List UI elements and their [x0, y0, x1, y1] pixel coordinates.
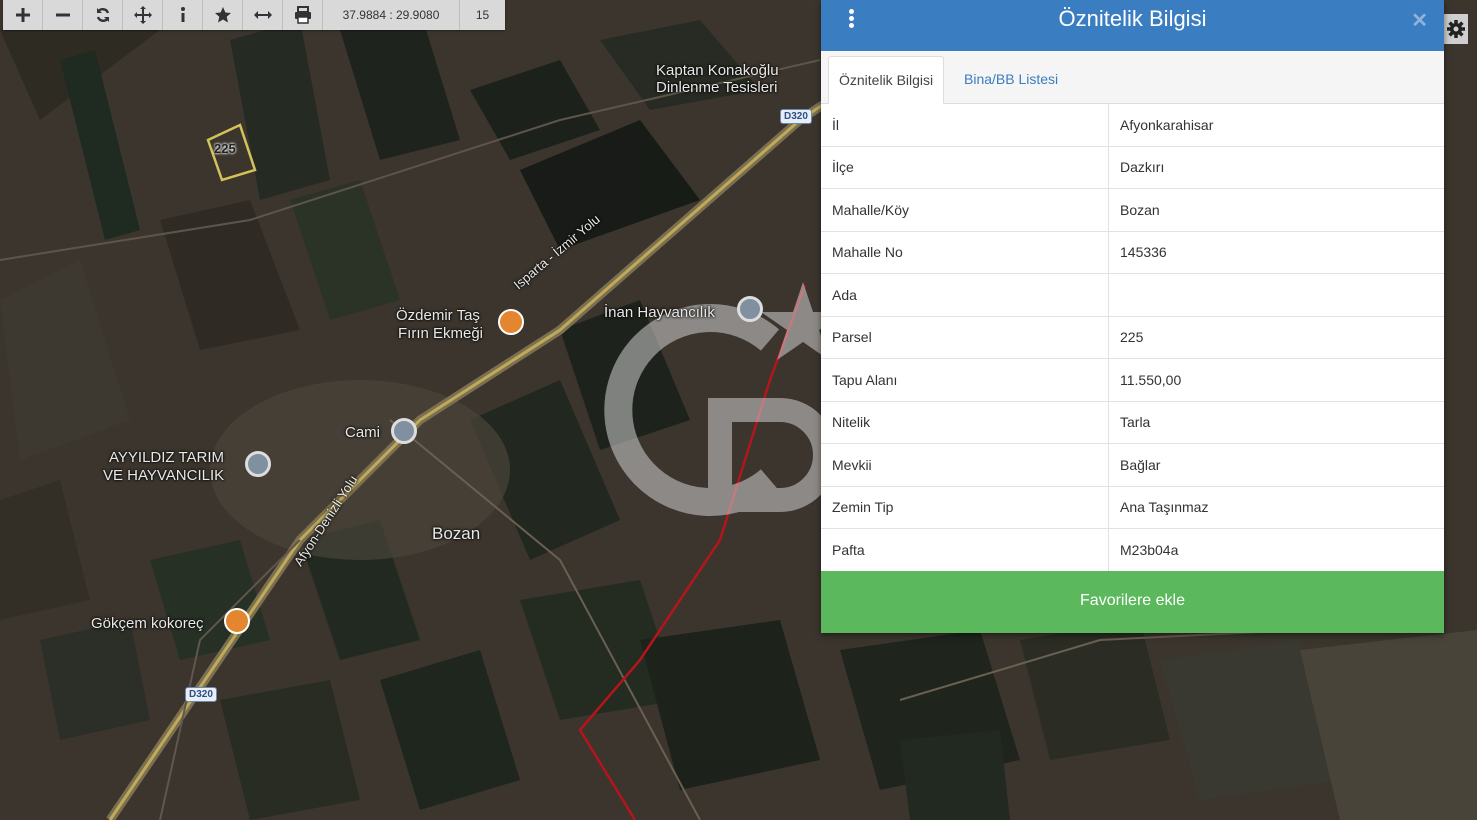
- tab-building-list[interactable]: Bina/BB Listesi: [954, 56, 1068, 102]
- road-shield-d320: D320: [780, 109, 812, 124]
- panel-tabs: Öznitelik Bilgisi Bina/BB Listesi: [821, 51, 1444, 104]
- place-label-cami[interactable]: Cami: [345, 424, 380, 442]
- attribute-value: 145336: [1108, 231, 1444, 274]
- attribute-panel: Öznitelik Bilgisi ✕ Öznitelik Bilgisi Bi…: [821, 0, 1444, 633]
- table-row: Pafta M23b04a: [821, 528, 1444, 572]
- place-label-inan[interactable]: İnan Hayvancılık: [604, 304, 715, 322]
- attribute-value: 225: [1108, 316, 1444, 359]
- place-label-kaptan[interactable]: Kaptan Konakoğlu: [656, 62, 779, 80]
- minus-icon: [55, 13, 70, 17]
- attribute-value: Bağlar: [1108, 443, 1444, 487]
- zoom-level: 15: [475, 8, 490, 22]
- attribute-table: İl Afyonkarahisar İlçe Dazkırı Mahalle/Köy Bo…: [821, 104, 1444, 572]
- table-row: Mahalle No 145336: [821, 231, 1444, 274]
- village-label[interactable]: Bozan: [432, 525, 480, 543]
- attribute-value: Dazkırı: [1108, 146, 1444, 189]
- add-favorite-button[interactable]: Favorilere ekle: [821, 571, 1444, 633]
- attribute-key: Parsel: [821, 316, 1109, 359]
- move-icon: [133, 6, 152, 24]
- table-row: Ada: [821, 273, 1444, 317]
- place-label-ayyildiz[interactable]: AYYILDIZ TARIM: [109, 449, 224, 467]
- refresh-icon: [96, 8, 109, 22]
- place-label-kaptan-2[interactable]: Dinlenme Tesisleri: [656, 79, 777, 97]
- move-button[interactable]: [123, 0, 163, 30]
- restaurant-pin-icon[interactable]: [224, 608, 250, 634]
- attribute-key: Mevkii: [821, 443, 1109, 487]
- place-pin-icon[interactable]: [737, 296, 763, 322]
- zoom-in-button[interactable]: [3, 0, 43, 30]
- attribute-key: Pafta: [821, 528, 1109, 572]
- table-row: Zemin Tip Ana Taşınmaz: [821, 486, 1444, 529]
- coordinate-readout: 37.9884 : 29.9080: [323, 0, 460, 30]
- attribute-value: Ana Taşınmaz: [1108, 486, 1444, 529]
- star-icon: [214, 7, 231, 23]
- attribute-key: İl: [821, 104, 1109, 147]
- attribute-value: Afyonkarahisar: [1108, 104, 1444, 147]
- table-row: Mahalle/Köy Bozan: [821, 188, 1444, 232]
- road-shield-d320: D320: [185, 687, 217, 702]
- mosque-pin-icon[interactable]: [391, 418, 417, 444]
- attribute-key: Mahalle No: [821, 231, 1109, 274]
- panel-title: Öznitelik Bilgisi: [1058, 6, 1207, 31]
- table-row: İl Afyonkarahisar: [821, 104, 1444, 147]
- restaurant-pin-icon[interactable]: [498, 309, 524, 335]
- print-icon: [294, 6, 311, 24]
- place-label-gokcem[interactable]: Gökçem kokoreç: [91, 615, 204, 633]
- map-toolbar: 37.9884 : 29.9080 15: [3, 0, 505, 30]
- plus-icon: [15, 8, 30, 22]
- attribute-key: Nitelik: [821, 401, 1109, 444]
- attribute-value: [1108, 273, 1444, 317]
- attribute-key: Tapu Alanı: [821, 358, 1109, 402]
- print-button[interactable]: [283, 0, 323, 30]
- place-label-ozdemir[interactable]: Özdemir Taş: [396, 307, 480, 325]
- tab-attribute-info[interactable]: Öznitelik Bilgisi: [828, 56, 945, 104]
- zoom-out-button[interactable]: [43, 0, 83, 30]
- attribute-key: Ada: [821, 273, 1109, 317]
- table-row: Parsel 225: [821, 316, 1444, 359]
- place-label-ozdemir-2[interactable]: Fırın Ekmeği: [398, 325, 483, 343]
- info-button[interactable]: [163, 0, 203, 30]
- attribute-value: Tarla: [1108, 401, 1444, 444]
- table-row: Nitelik Tarla: [821, 401, 1444, 444]
- parcel-label[interactable]: 225: [214, 140, 236, 158]
- attribute-value: 11.550,00: [1108, 358, 1444, 402]
- attribute-key: Zemin Tip: [821, 486, 1109, 529]
- table-row: Tapu Alanı 11.550,00: [821, 358, 1444, 402]
- attribute-key: İlçe: [821, 146, 1109, 189]
- table-row: Mevkii Bağlar: [821, 443, 1444, 487]
- panel-header: Öznitelik Bilgisi ✕: [821, 0, 1444, 51]
- gear-icon: [1447, 20, 1465, 38]
- attribute-value: M23b04a: [1108, 528, 1444, 572]
- refresh-button[interactable]: [83, 0, 123, 30]
- settings-button[interactable]: [1444, 14, 1468, 44]
- measure-button[interactable]: [243, 0, 283, 30]
- info-icon: [180, 7, 185, 22]
- place-label-ayyildiz-2[interactable]: VE HAYVANCILIK: [103, 467, 224, 485]
- attribute-value: Bozan: [1108, 188, 1444, 232]
- table-row: İlçe Dazkırı: [821, 146, 1444, 189]
- attribute-key: Mahalle/Köy: [821, 188, 1109, 232]
- close-button[interactable]: ✕: [1411, 8, 1428, 33]
- measure-icon: [253, 11, 272, 19]
- favorite-button[interactable]: [203, 0, 243, 30]
- business-pin-icon[interactable]: [245, 451, 271, 477]
